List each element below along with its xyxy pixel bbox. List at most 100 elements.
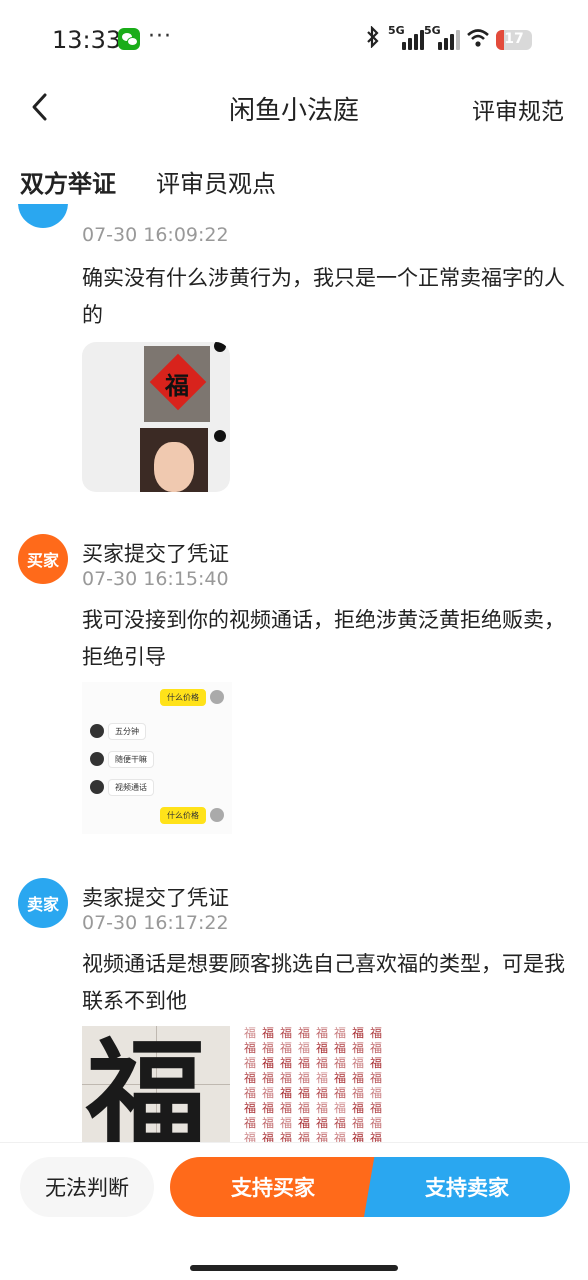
fu-glyph: 福 <box>370 1116 383 1130</box>
fu-glyph: 福 <box>352 1131 365 1142</box>
fu-glyph: 福 <box>316 1116 329 1130</box>
fu-glyph: 福 <box>298 1041 311 1055</box>
fu-glyph: 福 <box>370 1071 383 1085</box>
chat-avatar <box>90 780 104 794</box>
battery-level: 17 <box>504 31 524 47</box>
calligraphy-char: 福 <box>86 1026 206 1143</box>
fu-glyph: 福 <box>352 1086 365 1100</box>
fu-glyph: 福 <box>244 1026 257 1040</box>
fu-glyph: 福 <box>280 1041 293 1055</box>
battery-icon: 17 <box>496 30 532 50</box>
chat-avatar <box>90 752 104 766</box>
fu-glyph: 福 <box>334 1026 347 1040</box>
fu-glyph: 福 <box>262 1026 275 1040</box>
vote-buttons: 支持买家 支持卖家 <box>170 1157 570 1217</box>
tab-label: 双方举证 <box>20 170 116 198</box>
fu-glyph: 福 <box>316 1041 329 1055</box>
fu-glyph: 福 <box>334 1071 347 1085</box>
fu-glyph: 福 <box>244 1116 257 1130</box>
fu-glyph: 福 <box>280 1071 293 1085</box>
fu-glyph: 福 <box>244 1071 257 1085</box>
fu-glyph: 福 <box>280 1056 293 1070</box>
entry-text: 我可没接到你的视频通话，拒绝涉黄泛黄拒绝贩卖，拒绝引导 <box>82 608 565 669</box>
chat-avatar <box>210 808 224 822</box>
fu-glyph: 福 <box>352 1116 365 1130</box>
cant-judge-button[interactable]: 无法判断 <box>20 1157 154 1217</box>
fu-glyph: 福 <box>352 1026 365 1040</box>
fu-glyph: 福 <box>370 1086 383 1100</box>
support-buyer-button[interactable]: 支持买家 <box>170 1157 376 1217</box>
chat-bubble: 随便干嘛 <box>108 750 154 768</box>
fu-glyph: 福 <box>280 1026 293 1040</box>
chat-message: 五分钟 <box>90 722 146 740</box>
fu-glyph: 福 <box>262 1056 275 1070</box>
fu-glyph: 福 <box>298 1116 311 1130</box>
fu-glyph: 福 <box>244 1131 257 1142</box>
fu-glyph: 福 <box>370 1131 383 1142</box>
signal-label: 5G <box>424 24 441 37</box>
fu-glyph: 福 <box>298 1131 311 1142</box>
chat-avatar <box>90 724 104 738</box>
fu-glyph: 福 <box>262 1041 275 1055</box>
fu-glyph: 福 <box>298 1101 311 1115</box>
chat-bubble: 什么价格 <box>160 688 206 706</box>
entry-time: 07-30 16:17:22 <box>82 912 229 934</box>
fu-glyph: 福 <box>334 1116 347 1130</box>
support-seller-button[interactable]: 支持卖家 <box>364 1157 570 1217</box>
chat-message: 什么价格 <box>160 806 224 824</box>
chat-message: 随便干嘛 <box>90 750 154 768</box>
fu-glyph: 福 <box>280 1086 293 1100</box>
chat-message: 什么价格 <box>160 688 224 706</box>
fu-glyph: 福 <box>262 1116 275 1130</box>
home-indicator[interactable] <box>190 1265 398 1271</box>
avatar-label: 买家 <box>26 551 59 570</box>
chat-message: 视频通话 <box>90 778 154 796</box>
fu-glyph: 福 <box>334 1086 347 1100</box>
fu-glyph: 福 <box>262 1101 275 1115</box>
chat-screenshot[interactable]: 什么价格 五分钟 随便干嘛 视频通话 什么价格 <box>82 682 232 834</box>
fu-glyph: 福 <box>244 1086 257 1100</box>
fu-glyph: 福 <box>370 1101 383 1115</box>
chat-bubble: 五分钟 <box>108 722 146 740</box>
fu-glyph: 福 <box>370 1056 383 1070</box>
review-rules-link[interactable]: 评审规范 <box>472 92 564 126</box>
bluetooth-icon <box>365 25 381 54</box>
avatar-label: 卖家 <box>26 895 59 914</box>
fu-glyph: 福 <box>316 1101 329 1115</box>
more-dots-icon: ··· <box>148 24 172 49</box>
nav-bar: 闲鱼小法庭 评审规范 <box>0 80 588 136</box>
entry-title: 买家提交了凭证 <box>82 542 229 566</box>
fu-glyph: 福 <box>298 1071 311 1085</box>
fu-glyph: 福 <box>334 1131 347 1142</box>
fu-glyph: 福 <box>370 1026 383 1040</box>
entry-time: 07-30 16:09:22 <box>82 224 229 246</box>
evidence-image[interactable]: 福 <box>82 342 230 492</box>
tab-reviewer-views[interactable]: 评审员观点 <box>156 164 276 199</box>
fu-glyph: 福 <box>298 1086 311 1100</box>
avatar <box>18 204 68 228</box>
fu-glyph: 福 <box>298 1026 311 1040</box>
signal-icon: 5G <box>424 24 460 50</box>
fu-glyph: 福 <box>316 1026 329 1040</box>
fu-glyph: 福 <box>334 1041 347 1055</box>
fu-glyph: 福 <box>370 1041 383 1055</box>
calligraphy-image[interactable]: 福 <box>82 1026 230 1142</box>
selfie-photo <box>140 428 208 492</box>
fu-glyph: 福 <box>280 1116 293 1130</box>
fu-glyph: 福 <box>352 1101 365 1115</box>
tab-evidence[interactable]: 双方举证 <box>20 164 116 199</box>
fu-glyph: 福 <box>244 1041 257 1055</box>
seller-avatar: 卖家 <box>18 878 68 928</box>
fu-glyph: 福 <box>316 1086 329 1100</box>
fu-glyph: 福 <box>244 1056 257 1070</box>
wifi-icon <box>466 28 490 48</box>
fu-glyph: 福 <box>298 1056 311 1070</box>
chat-avatar <box>210 690 224 704</box>
entry-time: 07-30 16:15:40 <box>82 568 229 590</box>
entry-text: 确实没有什么涉黄行为，我只是一个正常卖福字的人的 <box>82 266 565 327</box>
evidence-list[interactable]: 07-30 16:09:22 确实没有什么涉黄行为，我只是一个正常卖福字的人的 … <box>0 204 588 1142</box>
fu-glyph: 福 <box>280 1101 293 1115</box>
fu-glyph: 福 <box>352 1041 365 1055</box>
fu-styles-image[interactable]: 福福福福福福福福福福福福福福福福福福福福福福福福福福福福福福福福福福福福福福福福… <box>244 1026 394 1142</box>
entry-text: 视频通话是想要顾客挑选自己喜欢福的类型，可是我联系不到他 <box>82 952 565 1013</box>
